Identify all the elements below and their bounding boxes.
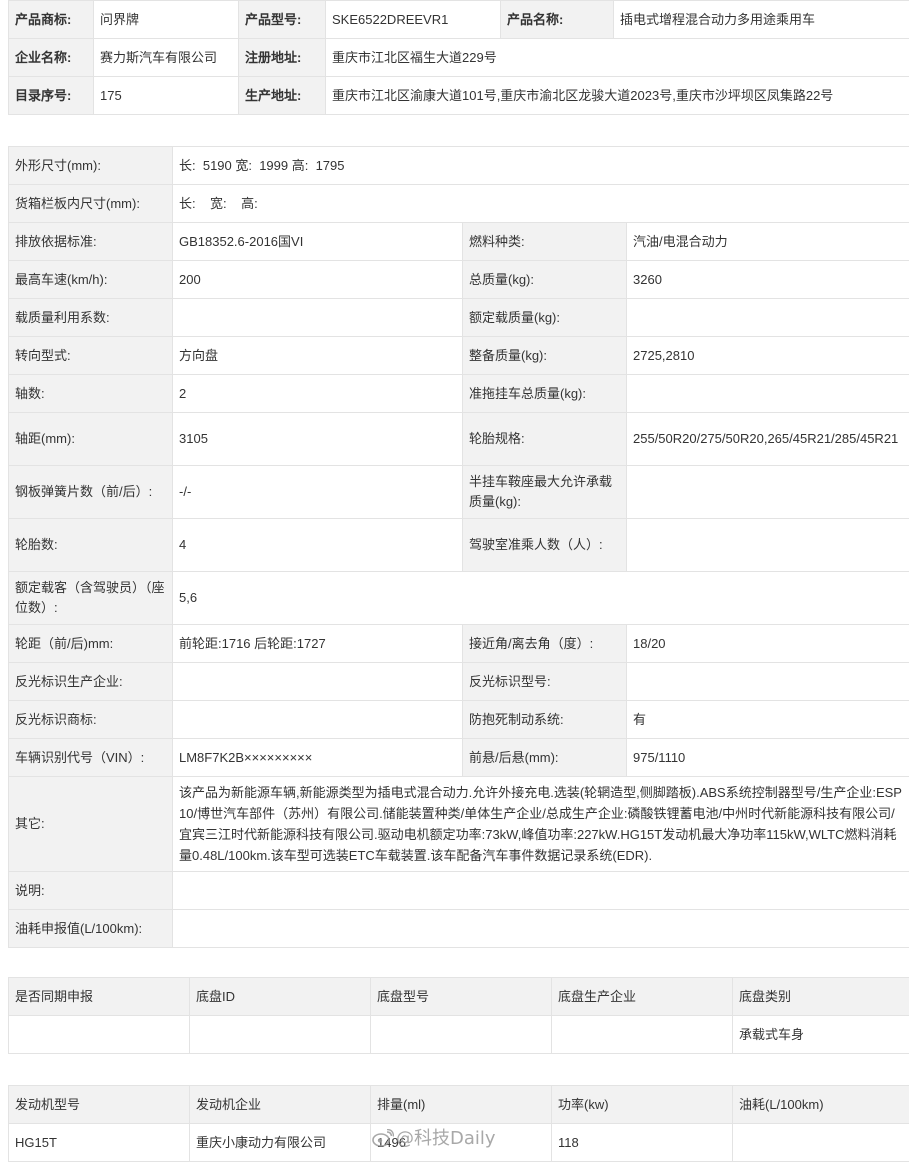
other-label: 其它:: [9, 777, 173, 872]
note-value: [173, 872, 909, 910]
cargo-label: 货箱栏板内尺寸(mm):: [9, 185, 173, 223]
seats-label: 额定载客（含驾驶员）（座位数）:: [9, 572, 173, 625]
overhang-value: 975/1110: [627, 739, 909, 777]
dim-label: 外形尺寸(mm):: [9, 147, 173, 185]
speed-label: 最高车速(km/h):: [9, 261, 173, 299]
other-value: 该产品为新能源车辆,新能源类型为插电式混合动力.允许外接充电.选装(轮辋造型,侧…: [173, 777, 909, 872]
spec-table: 外形尺寸(mm): 长: 5190 宽: 1999 高: 1795 货箱栏板内尺…: [8, 146, 909, 948]
cargo-value: 长: 宽: 高:: [173, 185, 909, 223]
prod-addr-value: 重庆市江北区渝康大道101号,重庆市渝北区龙骏大道2023号,重庆市沙坪坝区凤集…: [326, 77, 909, 115]
chassis-table: 是否同期申报 底盘ID 底盘型号 底盘生产企业 底盘类别 承载式车身: [8, 977, 909, 1054]
speed-value: 200: [173, 261, 463, 299]
reg-addr-value: 重庆市江北区福生大道229号: [326, 39, 909, 77]
product-header-table: 产品商标: 问界牌 产品型号: SKE6522DREEVR1 产品名称: 插电式…: [8, 0, 909, 115]
chassis-cell-model: [371, 1016, 552, 1054]
engine-cell-model: HG15T: [9, 1124, 190, 1162]
load-util-value: [173, 299, 463, 337]
chassis-header-id: 底盘ID: [190, 978, 371, 1016]
load-util-label: 载质量利用系数:: [9, 299, 173, 337]
cab-value: [627, 519, 909, 572]
engine-header-maker: 发动机企业: [190, 1086, 371, 1124]
brand-value: 问界牌: [94, 1, 239, 39]
curb-label: 整备质量(kg):: [463, 337, 627, 375]
catalog-label: 目录序号:: [9, 77, 94, 115]
axles-label: 轴数:: [9, 375, 173, 413]
tires-value: 4: [173, 519, 463, 572]
reg-addr-label: 注册地址:: [239, 39, 326, 77]
engine-header-model: 发动机型号: [9, 1086, 190, 1124]
chassis-header-model: 底盘型号: [371, 978, 552, 1016]
trailer-label: 准拖挂车总质量(kg):: [463, 375, 627, 413]
emission-value: GB18352.6-2016国VI: [173, 223, 463, 261]
prod-addr-label: 生产地址:: [239, 77, 326, 115]
tire-spec-label: 轮胎规格:: [463, 413, 627, 466]
dim-value: 长: 5190 宽: 1999 高: 1795: [173, 147, 909, 185]
overhang-label: 前悬/后悬(mm):: [463, 739, 627, 777]
reflector-maker-label: 反光标识生产企业:: [9, 663, 173, 701]
fuel-decl-label: 油耗申报值(L/100km):: [9, 910, 173, 948]
reflector-brand-value: [173, 701, 463, 739]
catalog-value: 175: [94, 77, 239, 115]
emission-label: 排放依据标准:: [9, 223, 173, 261]
chassis-header-sync: 是否同期申报: [9, 978, 190, 1016]
steering-label: 转向型式:: [9, 337, 173, 375]
reflector-maker-value: [173, 663, 463, 701]
total-mass-label: 总质量(kg):: [463, 261, 627, 299]
weibo-logo-icon: [372, 1129, 394, 1147]
cab-label: 驾驶室准乘人数（人）:: [463, 519, 627, 572]
fuel-label: 燃料种类:: [463, 223, 627, 261]
steering-value: 方向盘: [173, 337, 463, 375]
chassis-cell-type: 承载式车身: [733, 1016, 909, 1054]
angle-value: 18/20: [627, 625, 909, 663]
company-label: 企业名称:: [9, 39, 94, 77]
tire-spec-value: 255/50R20/275/50R20,265/45R21/285/45R21: [627, 413, 909, 466]
wheelbase-value: 3105: [173, 413, 463, 466]
note-label: 说明:: [9, 872, 173, 910]
curb-value: 2725,2810: [627, 337, 909, 375]
track-value: 前轮距:1716 后轮距:1727: [173, 625, 463, 663]
saddle-label: 半挂车鞍座最大允许承载质量(kg):: [463, 466, 627, 519]
brand-label: 产品商标:: [9, 1, 94, 39]
leaf-spring-label: 钢板弹簧片数（前/后）:: [9, 466, 173, 519]
track-label: 轮距（前/后)mm:: [9, 625, 173, 663]
rated-load-label: 额定载质量(kg):: [463, 299, 627, 337]
angle-label: 接近角/离去角（度）:: [463, 625, 627, 663]
engine-cell-maker: 重庆小康动力有限公司: [190, 1124, 371, 1162]
chassis-header-type: 底盘类别: [733, 978, 909, 1016]
reflector-brand-label: 反光标识商标:: [9, 701, 173, 739]
model-label: 产品型号:: [239, 1, 326, 39]
leaf-spring-value: -/-: [173, 466, 463, 519]
fuel-decl-value: [173, 910, 909, 948]
chassis-cell-sync: [9, 1016, 190, 1054]
chassis-cell-id: [190, 1016, 371, 1054]
axles-value: 2: [173, 375, 463, 413]
name-label: 产品名称:: [501, 1, 614, 39]
abs-value: 有: [627, 701, 909, 739]
vin-label: 车辆识别代号（VIN）:: [9, 739, 173, 777]
abs-label: 防抱死制动系统:: [463, 701, 627, 739]
chassis-cell-maker: [552, 1016, 733, 1054]
vin-value: LM8F7K2B×××××××××: [173, 739, 463, 777]
engine-header-fuel: 油耗(L/100km): [733, 1086, 909, 1124]
chassis-header-maker: 底盘生产企业: [552, 978, 733, 1016]
wheelbase-label: 轴距(mm):: [9, 413, 173, 466]
trailer-value: [627, 375, 909, 413]
rated-load-value: [627, 299, 909, 337]
watermark-text: @科技Daily: [396, 1128, 496, 1149]
tires-label: 轮胎数:: [9, 519, 173, 572]
weibo-watermark: @科技Daily: [372, 1124, 496, 1150]
engine-header-displacement: 排量(ml): [371, 1086, 552, 1124]
engine-header-power: 功率(kw): [552, 1086, 733, 1124]
engine-cell-power: 118: [552, 1124, 733, 1162]
seats-value: 5,6: [173, 572, 909, 625]
total-mass-value: 3260: [627, 261, 909, 299]
reflector-model-value: [627, 663, 909, 701]
reflector-model-label: 反光标识型号:: [463, 663, 627, 701]
model-value: SKE6522DREEVR1: [326, 1, 501, 39]
engine-cell-fuel: [733, 1124, 909, 1162]
saddle-value: [627, 466, 909, 519]
company-value: 赛力斯汽车有限公司: [94, 39, 239, 77]
name-value: 插电式增程混合动力多用途乘用车: [614, 1, 909, 39]
fuel-value: 汽油/电混合动力: [627, 223, 909, 261]
